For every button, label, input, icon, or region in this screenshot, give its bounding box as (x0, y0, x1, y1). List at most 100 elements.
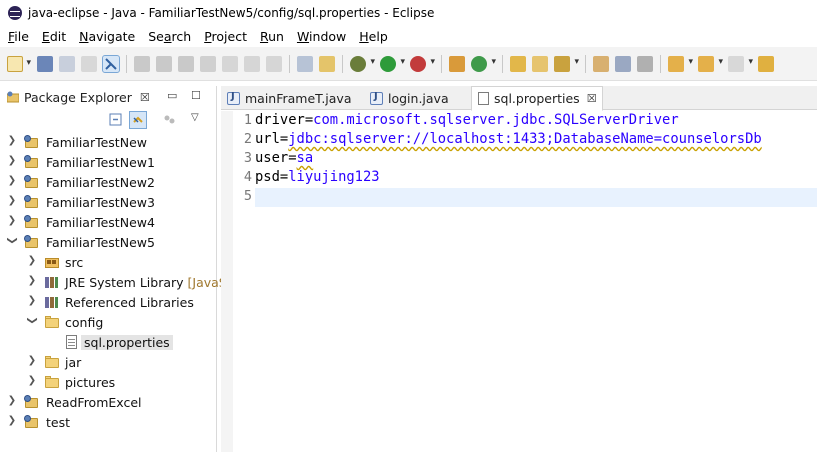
menu-file[interactable]: File (3, 29, 34, 44)
package-explorer-tab[interactable]: Package Explorer ☒ (0, 90, 150, 105)
view-menu-icon[interactable] (162, 112, 178, 128)
tree-item-project[interactable]: ❯ FamiliarTestNew3 (0, 192, 216, 212)
debug-icon[interactable] (350, 55, 375, 72)
search-icon[interactable] (554, 55, 579, 72)
next-annotation-icon[interactable] (668, 55, 693, 72)
code-line: user=sa (255, 150, 314, 166)
menu-window[interactable]: Window (292, 29, 351, 44)
expand-chevron-icon[interactable]: ❯ (7, 175, 17, 186)
back-navigation-icon[interactable] (728, 55, 753, 72)
properties-file-icon (478, 92, 489, 105)
tree-item-project[interactable]: ❯ FamiliarTestNew (0, 132, 216, 152)
forward-navigation-icon[interactable] (758, 55, 774, 72)
run-icon[interactable] (380, 55, 405, 72)
tree-item-label: ReadFromExcel (46, 395, 142, 410)
tree-item-project-expanded[interactable]: ❯ FamiliarTestNew5 (0, 232, 216, 252)
window-title: java-eclipse - Java - FamiliarTestNew5/c… (28, 5, 435, 20)
line-number: 5 (243, 188, 252, 204)
save-all-icon[interactable] (59, 55, 75, 72)
minimize-view-icon[interactable]: ▭ (167, 89, 177, 102)
properties-file-icon (64, 335, 79, 349)
tree-item-project[interactable]: ❯ FamiliarTestNew4 (0, 212, 216, 232)
editor-tab-sql-properties[interactable]: sql.properties ☒ (471, 86, 603, 111)
collapse-chevron-icon[interactable]: ❯ (27, 316, 38, 326)
expand-chevron-icon[interactable]: ❯ (27, 255, 37, 266)
collapse-all-icon[interactable] (108, 112, 124, 128)
editor-tab-login[interactable]: login.java (364, 86, 469, 110)
tree-item-config-folder[interactable]: ❯ config (0, 312, 216, 332)
expand-chevron-icon[interactable]: ❯ (27, 275, 37, 286)
new-java-class-icon[interactable] (471, 55, 496, 72)
tree-item-pictures-folder[interactable]: ❯ pictures (0, 372, 216, 392)
toolbar-separator (585, 54, 586, 73)
tree-item-project[interactable]: ❯ ReadFromExcel (0, 392, 216, 412)
disconnect-icon[interactable] (200, 55, 216, 72)
text-editor[interactable]: 1 2 3 4 5 driver=com.microsoft.sqlserver… (221, 111, 817, 452)
java-project-icon (24, 135, 39, 149)
use-step-filters-icon[interactable] (319, 55, 335, 72)
tree-item-label: src (65, 255, 84, 270)
expand-chevron-icon[interactable]: ❯ (7, 395, 17, 406)
terminate-icon[interactable] (178, 55, 194, 72)
expand-chevron-icon[interactable]: ❯ (7, 415, 17, 426)
eclipse-logo-icon (8, 5, 22, 20)
collapse-chevron-icon[interactable]: ❯ (7, 236, 18, 246)
toggle-block-selection-icon[interactable] (615, 55, 631, 72)
expand-chevron-icon[interactable]: ❯ (7, 215, 17, 226)
toolbar-separator (441, 54, 442, 73)
external-tools-icon[interactable] (410, 55, 435, 72)
tree-item-sql-properties[interactable]: sql.properties (0, 332, 216, 352)
expand-chevron-icon[interactable]: ❯ (27, 355, 37, 366)
tree-item-project[interactable]: ❯ test (0, 412, 216, 432)
resume-icon[interactable] (134, 55, 150, 72)
property-value: jdbc:sqlserver://localhost:1433;Database… (288, 131, 762, 147)
expand-chevron-icon[interactable]: ❯ (7, 135, 17, 146)
new-wizard-icon[interactable] (7, 55, 31, 72)
expand-chevron-icon[interactable]: ❯ (7, 155, 17, 166)
close-tab-icon[interactable]: ☒ (587, 92, 597, 105)
open-task-icon[interactable] (532, 55, 548, 72)
code-line: driver=com.microsoft.sqlserver.jdbc.SQLS… (255, 112, 679, 128)
link-with-editor-icon[interactable] (129, 111, 147, 129)
editor-tab-mainframet[interactable]: mainFrameT.java (221, 86, 361, 110)
tree-item-project[interactable]: ❯ FamiliarTestNew1 (0, 152, 216, 172)
tree-item-referenced-libraries[interactable]: ❯ Referenced Libraries (0, 292, 216, 312)
expand-chevron-icon[interactable]: ❯ (7, 195, 17, 206)
editor-area: mainFrameT.java login.java sql.propertie… (221, 86, 817, 452)
tree-item-label: FamiliarTestNew4 (46, 215, 155, 230)
tree-item-project[interactable]: ❯ FamiliarTestNew2 (0, 172, 216, 192)
tree-item-src[interactable]: ❯ src (0, 252, 216, 272)
code-line: psd=liyujing123 (255, 169, 380, 185)
view-menu-chevron-icon[interactable]: ▽ (191, 112, 207, 128)
drop-to-frame-icon[interactable] (297, 55, 313, 72)
expand-chevron-icon[interactable]: ❯ (27, 375, 37, 386)
line-number: 1 (243, 112, 252, 128)
previous-annotation-icon[interactable] (698, 55, 723, 72)
step-return-icon[interactable] (266, 55, 282, 72)
tree-item-label: FamiliarTestNew5 (46, 235, 155, 250)
toggle-mark-occurrences-icon[interactable] (102, 54, 120, 73)
menu-navigate[interactable]: Navigate (74, 29, 140, 44)
close-view-icon[interactable]: ☒ (140, 91, 150, 104)
editor-tabbar: mainFrameT.java login.java sql.propertie… (221, 86, 817, 111)
open-type-icon[interactable] (510, 55, 526, 72)
menu-help[interactable]: Help (354, 29, 393, 44)
menu-project[interactable]: Project (199, 29, 252, 44)
source-folder-icon (44, 255, 59, 269)
suspend-icon[interactable] (156, 55, 172, 72)
maximize-view-icon[interactable]: ☐ (191, 89, 201, 102)
new-java-package-icon[interactable] (449, 55, 465, 72)
expand-chevron-icon[interactable]: ❯ (27, 295, 37, 306)
step-over-icon[interactable] (244, 55, 260, 72)
tree-item-jar-folder[interactable]: ❯ jar (0, 352, 216, 372)
show-whitespace-icon[interactable] (637, 55, 653, 72)
java-file-icon (227, 91, 240, 105)
menu-run[interactable]: Run (255, 29, 289, 44)
step-into-icon[interactable] (222, 55, 238, 72)
tree-item-jre-library[interactable]: ❯ JRE System Library [JavaS (0, 272, 227, 292)
toggle-breadcrumb-icon[interactable] (593, 55, 609, 72)
menu-edit[interactable]: Edit (37, 29, 71, 44)
save-icon[interactable] (37, 55, 53, 72)
print-icon[interactable] (81, 55, 97, 72)
menu-search[interactable]: Search (143, 29, 196, 44)
